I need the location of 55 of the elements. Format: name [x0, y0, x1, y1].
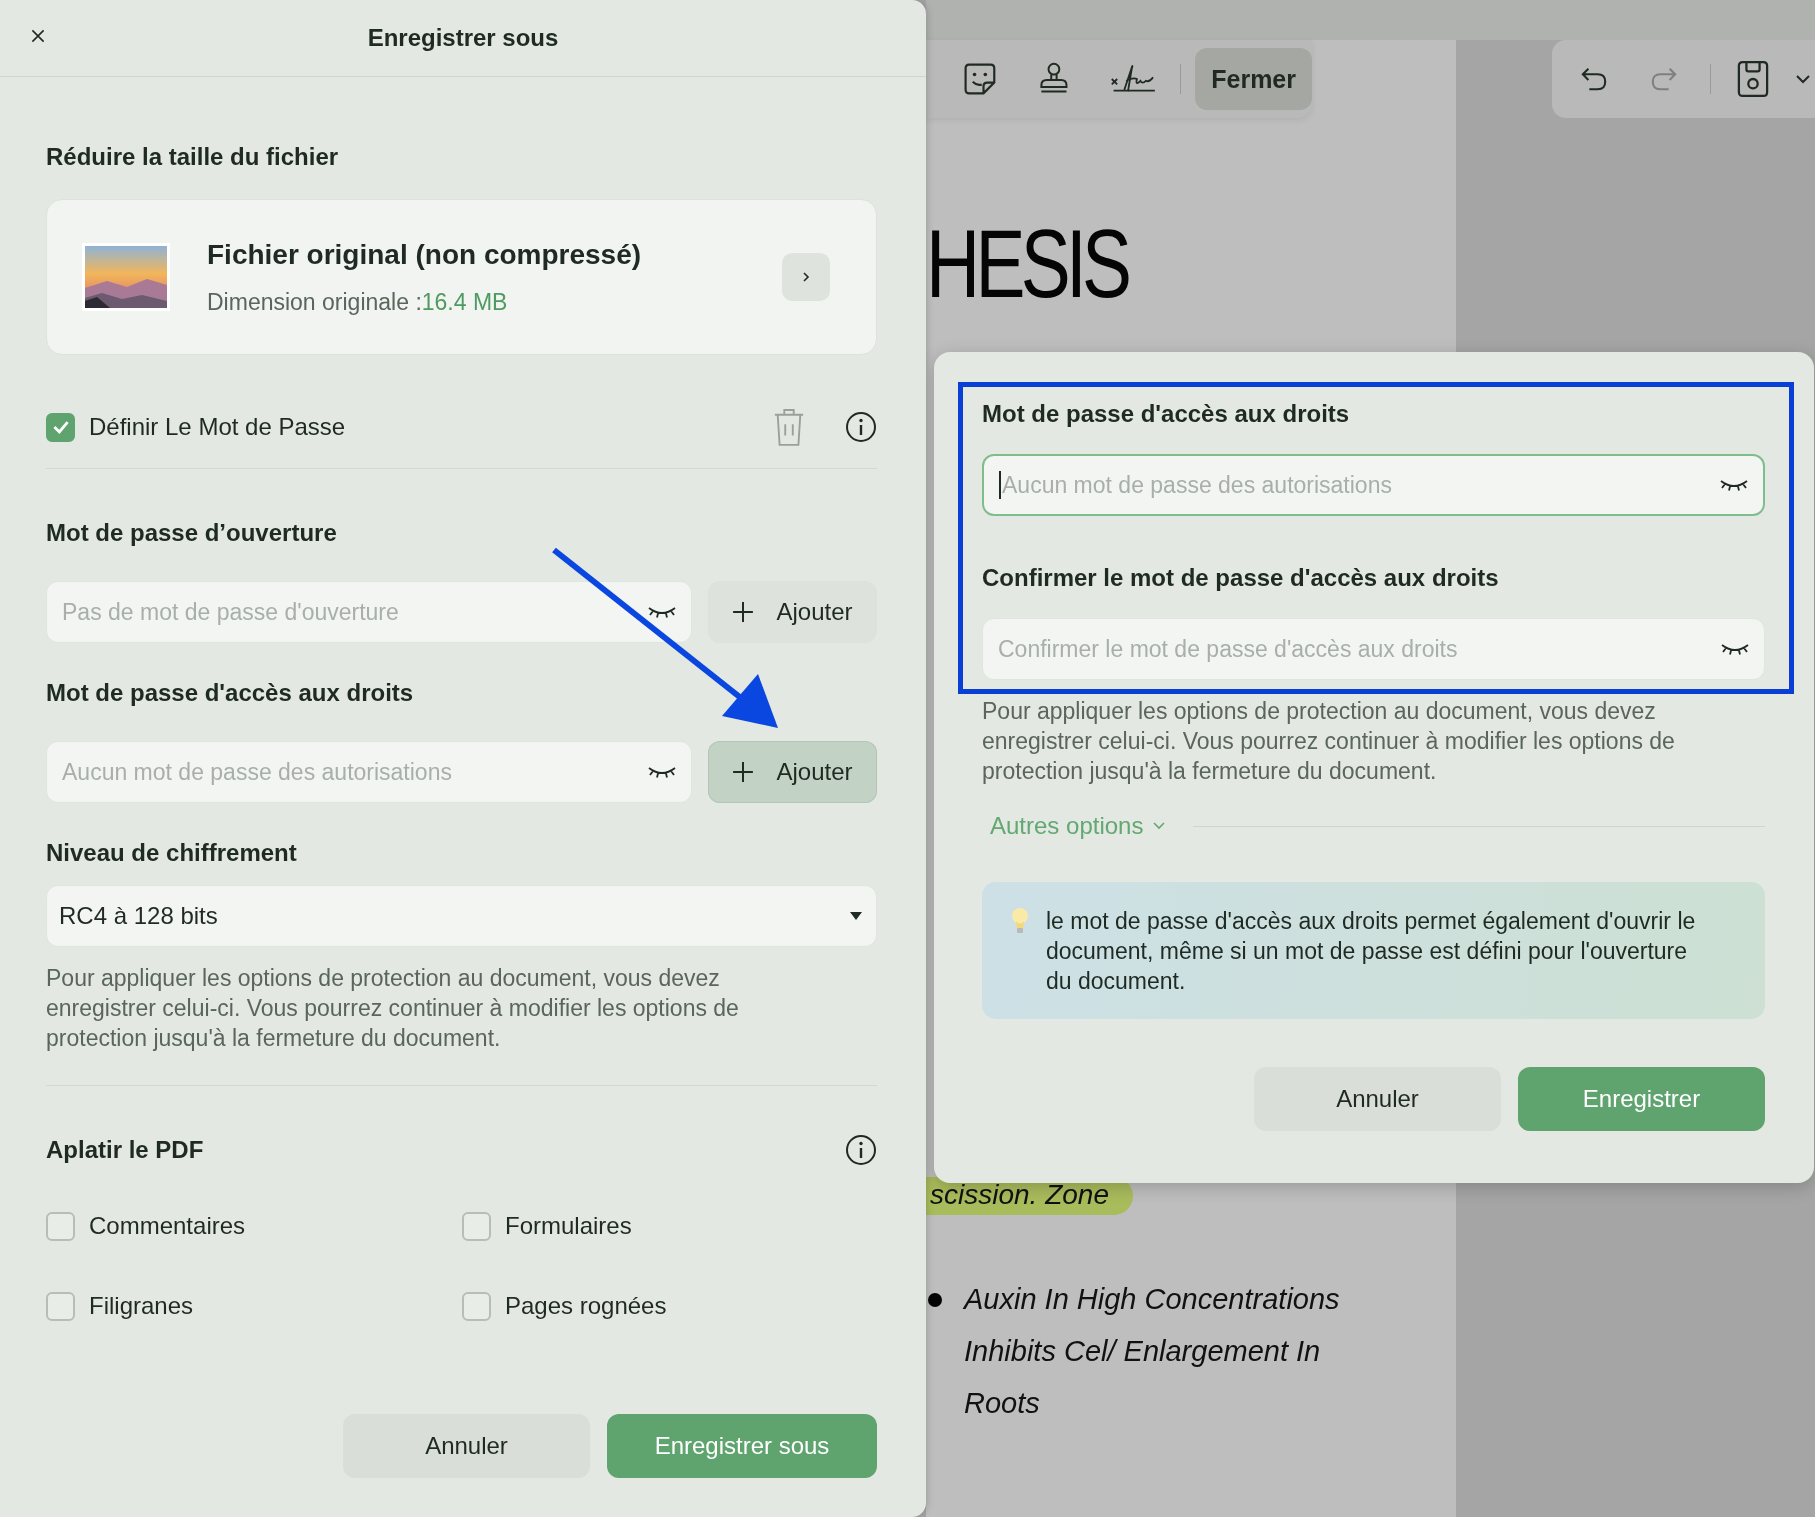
placeholder-text: Aucun mot de passe des autorisations [1002, 471, 1393, 499]
close-button[interactable]: Fermer [1195, 48, 1312, 110]
checkbox-label: Pages rognées [505, 1292, 667, 1320]
dropdown-caret-icon [850, 912, 862, 920]
eye-closed-icon[interactable] [1719, 478, 1749, 492]
placeholder-text: Aucun mot de passe des autorisations [62, 758, 453, 786]
checkbox[interactable] [46, 1291, 75, 1321]
checkbox[interactable] [46, 412, 75, 442]
close-icon[interactable] [30, 28, 46, 44]
info-icon[interactable] [845, 1134, 877, 1166]
tip-text: le mot de passe d'accès aux droits permet également d'ouvrir le document, même si un mot de passe est défini pour l'ouverture du document. [1046, 907, 1697, 996]
eye-closed-icon[interactable] [1720, 642, 1750, 656]
document-heading: HESIS [926, 216, 1129, 312]
checkbox[interactable] [462, 1211, 491, 1241]
document-text: Inhibits Cel/ Enlargement In [964, 1334, 1322, 1369]
document-text: Auxin In High Concentrations [964, 1282, 1340, 1317]
encryption-select[interactable]: RC4 à 128 bits [46, 885, 877, 947]
checkbox[interactable] [46, 1211, 75, 1241]
chevron-down-icon[interactable] [1795, 74, 1811, 84]
chevron-down-icon [1153, 822, 1166, 830]
checkbox[interactable] [462, 1291, 491, 1321]
section-heading: Aplatir le PDF [46, 1136, 204, 1164]
eye-closed-icon[interactable] [647, 765, 677, 779]
compression-card[interactable]: Fichier original (non compressé) Dimension originale :16.4 MB [46, 199, 877, 355]
checkbox-label: Formulaires [505, 1212, 632, 1240]
placeholder-text: Confirmer le mot de passe d'accès aux droits [998, 635, 1459, 663]
plus-icon [732, 761, 755, 783]
bullet-icon [928, 1293, 942, 1307]
info-icon[interactable] [845, 411, 877, 443]
field-heading: Niveau de chiffrement [46, 839, 298, 867]
chevron-right-icon [800, 271, 812, 283]
document-text: Roots [964, 1386, 1041, 1421]
original-size-text: Dimension originale :16.4 MB [207, 288, 509, 316]
cancel-button[interactable]: Annuler [1254, 1067, 1501, 1131]
section-heading: Réduire la taille du fichier [46, 143, 340, 171]
lightbulb-icon [1010, 906, 1030, 936]
panel-title: Enregistrer sous [367, 24, 559, 52]
plus-icon [732, 601, 755, 623]
compression-option-title: Fichier original (non compressé) [207, 238, 643, 271]
add-button[interactable]: Ajouter [708, 581, 877, 643]
field-heading: Mot de passe d’ouverture [46, 519, 338, 547]
field-heading: Confirmer le mot de passe d'accès aux droits [982, 564, 1500, 592]
cancel-button[interactable]: Annuler [343, 1414, 590, 1478]
add-button[interactable]: Ajouter [708, 741, 877, 803]
field-heading: Mot de passe d'accès aux droits [982, 400, 1351, 428]
save-icon[interactable] [1737, 60, 1769, 98]
field-heading: Mot de passe d'accès aux droits [46, 679, 415, 707]
protection-note: Pour appliquer les options de protection au document, vous devez enregistrer celui-ci. Vous pourrez continuer à modifier les options de protection jusqu'à la fermeture du document. [982, 697, 1676, 786]
eye-closed-icon[interactable] [647, 605, 677, 619]
checkbox-label: Commentaires [89, 1212, 246, 1240]
checkbox-label: Filigranes [89, 1292, 194, 1320]
checkbox-label: Définir Le Mot de Passe [89, 413, 346, 441]
protection-note: Pour appliquer les options de protection au document, vous devez enregistrer celui-ci. Vous pourrez continuer à modifier les options de protection jusqu'à la fermeture du document. [46, 964, 740, 1053]
undo-icon[interactable] [1580, 65, 1608, 93]
placeholder-text: Pas de mot de passe d'ouverture [62, 598, 400, 626]
